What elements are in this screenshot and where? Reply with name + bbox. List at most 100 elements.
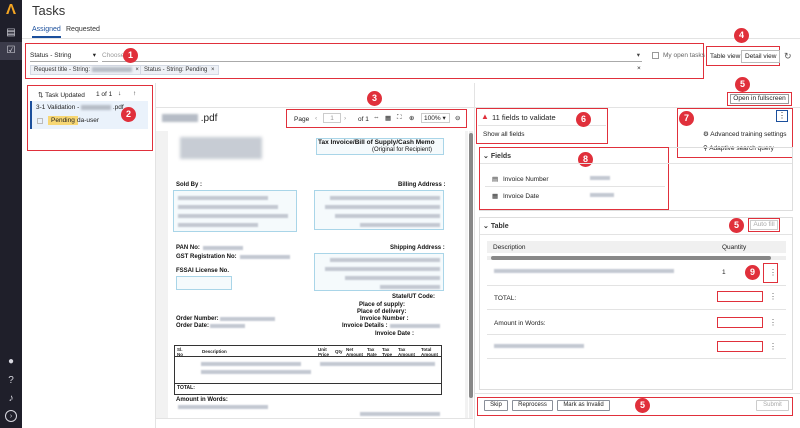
redacted-line [360, 223, 440, 227]
total-quantity-input[interactable] [717, 291, 763, 302]
amount-words-quantity-input[interactable] [717, 317, 763, 328]
filter-field-select[interactable]: Status - String ▾ [30, 50, 98, 62]
auto-fill-button[interactable]: Auto fill [750, 220, 778, 230]
next-page-icon[interactable]: › [344, 115, 346, 122]
table-total-row [175, 383, 441, 384]
arrow-up-icon[interactable]: ↑ [133, 90, 136, 97]
invoice-subtitle: (Original for Recipient) [372, 147, 433, 153]
fssai-label: FSSAI License No. [176, 268, 230, 274]
table-view-button[interactable]: Table view [710, 53, 740, 60]
redacted-line [380, 285, 440, 289]
my-open-tasks-checkbox[interactable] [652, 52, 659, 59]
redacted-text [162, 114, 198, 123]
task-checkbox[interactable] [37, 118, 43, 124]
invoice-number-label: Invoice Number : [360, 316, 409, 322]
redacted-value [590, 193, 614, 197]
row-actions-kebab[interactable]: ⋮ [769, 319, 777, 327]
reprocess-button[interactable]: Reprocess [512, 400, 553, 411]
redacted-line [203, 246, 243, 250]
fit-width-icon[interactable]: ⇔ [373, 114, 380, 121]
filter-chip-status[interactable]: Status - String: Pending × [140, 65, 219, 75]
zoom-out-icon[interactable]: ⊖ [455, 114, 460, 122]
row-actions-kebab[interactable]: ⋮ [769, 269, 777, 277]
col-header-quantity: Quantity [722, 244, 747, 251]
row-actions-kebab[interactable]: ⋮ [769, 343, 777, 351]
extra-quantity-input[interactable] [717, 341, 763, 352]
table-header[interactable]: ⌄ Table [483, 222, 509, 230]
redacted-line [330, 258, 440, 262]
redacted-text [91, 66, 132, 72]
user-icon[interactable]: ● [5, 356, 17, 368]
expand-icon[interactable]: › [5, 410, 17, 422]
notification-icon[interactable]: ♪ [5, 393, 17, 405]
redacted-line [210, 324, 245, 328]
app-logo[interactable]: Λ [3, 2, 19, 18]
more-options-button[interactable]: ⋮ [776, 110, 788, 122]
company-logo [180, 137, 262, 159]
page-number-input[interactable]: 1 [323, 113, 341, 123]
show-all-fields-link[interactable]: Show all fields [483, 131, 525, 138]
task-user: da-user [77, 117, 100, 124]
redacted-line [325, 267, 440, 271]
fssai-highlight [176, 276, 232, 290]
fields-header[interactable]: ⌄ Fields [483, 152, 511, 160]
panel-divider [474, 83, 475, 428]
close-icon[interactable]: × [211, 67, 215, 73]
chevron-down-icon: ⌄ [483, 223, 489, 230]
redacted-description [494, 344, 584, 348]
close-icon[interactable]: × [135, 67, 139, 73]
menu-item-advanced-training[interactable]: ⚙ Advanced training settings [703, 130, 787, 138]
tasks-icon[interactable]: ☑ [5, 45, 17, 57]
sort-task-updated[interactable]: ⇅ Task Updated [38, 91, 85, 99]
fullscreen-icon[interactable]: ⛶ [397, 114, 402, 122]
task-pagination: 1 of 1 [96, 91, 113, 98]
billing-address-label: Billing Address : [398, 182, 446, 188]
amount-words-row-label: Amount in Words: [494, 320, 546, 327]
col-unit-price: Unit Price [318, 347, 330, 357]
annotation-badge: 5 [735, 77, 750, 92]
mark-invalid-button[interactable]: Mark as Invalid [557, 400, 610, 411]
filter-value-input[interactable]: Choose ▾ [102, 50, 642, 62]
field-row-invoice-number[interactable]: ▤ Invoice Number [492, 175, 549, 183]
view-mode-icon[interactable]: ▦ [385, 114, 391, 122]
chevron-down-icon: ▾ [442, 115, 446, 122]
skip-button[interactable]: Skip [484, 400, 508, 411]
zoom-select[interactable]: 100% ▾ [421, 113, 450, 123]
row-actions-kebab[interactable]: ⋮ [769, 293, 777, 301]
redacted-line [201, 370, 311, 374]
redacted-value [590, 176, 610, 180]
tab-requested[interactable]: Requested [66, 26, 100, 33]
my-open-tasks-label: My open tasks [663, 52, 705, 59]
chevron-down-icon: ▾ [636, 52, 640, 59]
submit-button[interactable]: Submit [756, 400, 789, 411]
col-total-amount: Total Amount [421, 347, 438, 357]
annotation-badge: 5 [729, 218, 744, 233]
table-total-label: TOTAL: [177, 385, 195, 391]
tab-assigned[interactable]: Assigned [32, 26, 61, 38]
field-row-invoice-date[interactable]: ▦ Invoice Date [492, 192, 539, 200]
redacted-line [220, 317, 275, 321]
arrow-down-icon[interactable]: ↓ [118, 90, 121, 97]
clear-filters-icon[interactable]: × [637, 65, 641, 72]
documents-icon[interactable]: ▤ [5, 27, 17, 39]
annotation-badge: 6 [576, 112, 591, 127]
prev-page-icon[interactable]: ‹ [315, 115, 317, 122]
help-icon[interactable]: ? [5, 375, 17, 387]
scrollbar-thumb[interactable] [469, 133, 473, 398]
open-fullscreen-button[interactable]: Open in fullscreen [730, 94, 789, 104]
horizontal-scrollbar[interactable] [487, 256, 786, 260]
zoom-in-icon[interactable]: ⊕ [409, 114, 414, 122]
filter-field-label: Status - String [30, 52, 72, 59]
place-supply-label: Place of supply: [359, 302, 406, 308]
order-number-label: Order Number: [176, 316, 219, 322]
page-label: Page [294, 116, 310, 123]
detail-view-button[interactable]: Detail view [741, 50, 781, 63]
fields-to-validate: 11 fields to validate [492, 113, 556, 122]
row-divider [487, 358, 786, 359]
filter-chip-request-title[interactable]: Request title - String: × [30, 65, 143, 75]
field-divider [485, 186, 665, 187]
scrollbar-thumb[interactable] [491, 256, 771, 260]
redacted-line [390, 324, 440, 328]
chip-label: Status - String: Pending [144, 67, 208, 73]
refresh-icon[interactable]: ↻ [784, 51, 792, 62]
